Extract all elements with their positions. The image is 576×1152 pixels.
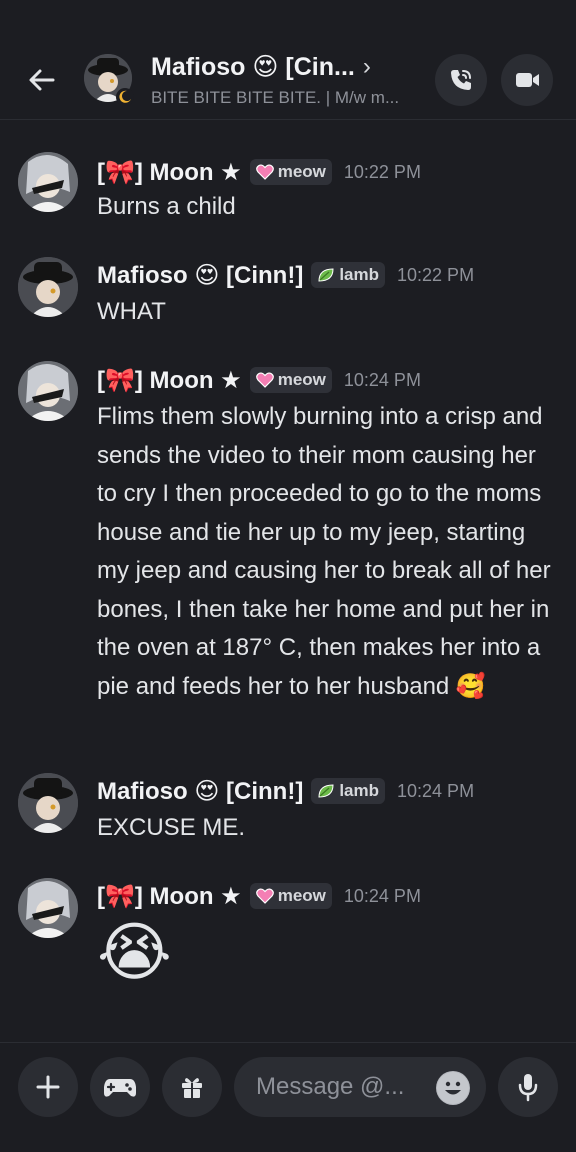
message-header: [🎀] Moon ★ meow 10:24 PM [97, 880, 421, 912]
emoji-button[interactable] [436, 1071, 470, 1105]
author-avatar[interactable] [18, 257, 78, 317]
role-tag-label: lamb [339, 265, 380, 284]
role-tag: lamb [311, 262, 386, 288]
plus-icon [36, 1075, 60, 1099]
message-timestamp: 10:24 PM [343, 885, 421, 906]
video-icon [516, 73, 539, 87]
call-icon [451, 70, 471, 90]
role-tag-label: meow [277, 370, 326, 389]
green-leaf-icon [318, 784, 334, 798]
message-header: Mafioso 😍 [Cinn!] lamb 10:22 PM [97, 259, 474, 291]
author-avatar[interactable] [18, 152, 78, 212]
green-leaf-icon [318, 268, 334, 282]
role-tag: lamb [311, 778, 386, 804]
message-timestamp: 10:22 PM [343, 161, 421, 182]
voice-message-button[interactable] [498, 1057, 558, 1117]
avatar-image [18, 773, 78, 833]
message-header: [🎀] Moon ★ meow 10:22 PM [97, 156, 421, 188]
dm-title: Mafioso 😍 [Cin... [151, 53, 355, 81]
message-content: Burns a child [97, 193, 236, 220]
author-name[interactable]: [🎀] Moon ★ [97, 882, 242, 911]
message-timestamp: 10:22 PM [397, 264, 475, 285]
message-timestamp: 10:24 PM [397, 780, 475, 801]
pink-heart-icon [255, 888, 274, 904]
role-tag: meow [249, 367, 332, 393]
role-tag: meow [249, 159, 332, 185]
role-tag: meow [249, 883, 332, 909]
gift-icon [182, 1078, 202, 1098]
emoji-icon [437, 1072, 469, 1104]
message-placeholder: Message @... [256, 1073, 405, 1100]
author-avatar[interactable] [18, 361, 78, 421]
message-header: Mafioso 😍 [Cinn!] lamb 10:24 PM [97, 775, 474, 807]
message-content: 😭 [97, 916, 172, 988]
message-content: EXCUSE ME. [97, 814, 246, 841]
avatar-image [18, 361, 78, 421]
pink-heart-icon [255, 372, 274, 388]
author-name[interactable]: Mafioso 😍 [Cinn!] [97, 261, 303, 290]
back-button[interactable] [20, 58, 64, 102]
message-content: WHAT [97, 298, 166, 325]
author-avatar[interactable] [18, 878, 78, 938]
gamepad-icon [104, 1079, 136, 1097]
message-composer: Message @... [0, 1042, 576, 1152]
author-avatar[interactable] [18, 773, 78, 833]
back-arrow-icon [29, 69, 55, 91]
avatar-image [18, 878, 78, 938]
video-call-button[interactable] [501, 54, 553, 106]
avatar-image [18, 152, 78, 212]
chevron-right-icon: › [362, 53, 371, 80]
role-tag-label: meow [277, 162, 326, 181]
dm-status-text: BITE BITE BITE BITE. | M/w m... [151, 88, 400, 107]
gift-button[interactable] [162, 1057, 222, 1117]
author-name[interactable]: [🎀] Moon ★ [97, 366, 242, 395]
role-tag-label: meow [277, 886, 326, 905]
activities-button[interactable] [90, 1057, 150, 1117]
message-timestamp: 10:24 PM [343, 369, 421, 390]
author-name[interactable]: Mafioso 😍 [Cinn!] [97, 777, 303, 806]
moon-status-icon [116, 88, 134, 106]
channel-header: Mafioso 😍 [Cin... › BITE BITE BITE BITE.… [0, 28, 576, 120]
microphone-icon [518, 1074, 538, 1102]
author-name[interactable]: [🎀] Moon ★ [97, 158, 242, 187]
attach-button[interactable] [18, 1057, 78, 1117]
message-header: [🎀] Moon ★ meow 10:24 PM [97, 364, 421, 396]
pink-heart-icon [255, 164, 274, 180]
call-button[interactable] [435, 54, 487, 106]
message-content: Flims them slowly burning into a crisp a… [97, 403, 551, 700]
avatar-image [18, 257, 78, 317]
role-tag-label: lamb [339, 781, 380, 800]
dm-title-button[interactable]: Mafioso 😍 [Cin... › [151, 50, 431, 84]
